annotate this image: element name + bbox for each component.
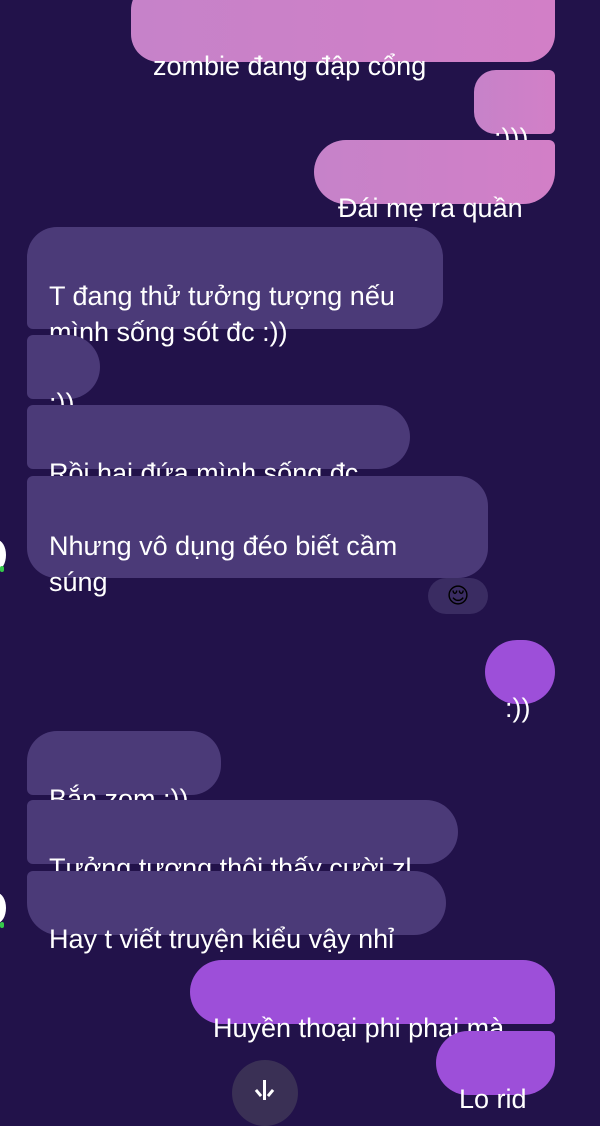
scroll-down-button[interactable] <box>232 1060 298 1126</box>
message-text: zombie đang đập cổng <box>153 51 427 81</box>
message-bubble-incoming[interactable]: :)) <box>27 335 100 418</box>
message-bubble-outgoing[interactable]: Lo rid <box>436 1031 555 1114</box>
avatar[interactable] <box>0 893 6 923</box>
message-text: Hay t viết truyện kiểu vậy nhỉ <box>49 924 395 954</box>
message-bubble-incoming[interactable]: Bắn zom :)) <box>27 731 221 814</box>
message-text: Đái mẹ ra quần <box>338 193 523 223</box>
message-text: :)) <box>505 693 531 723</box>
message-text: Nhưng vô dụng đéo biết cầm súng <box>49 531 398 597</box>
message-bubble-outgoing[interactable]: :))) <box>474 70 555 153</box>
message-bubble-outgoing[interactable]: zombie đang đập cổng <box>131 0 555 81</box>
message-bubble-incoming[interactable]: Hay t viết truyện kiểu vậy nhỉ <box>27 871 446 954</box>
message-text: Lo rid <box>459 1084 527 1114</box>
message-bubble-incoming[interactable]: Nhưng vô dụng đéo biết cầm súng <box>27 476 488 597</box>
message-bubble-incoming[interactable]: Tưởng tượng thôi thấy cười zl <box>27 800 458 883</box>
message-bubble-outgoing[interactable]: Đái mẹ ra quần <box>314 140 555 223</box>
message-reaction[interactable]: 😌 <box>428 578 488 614</box>
message-bubble-outgoing[interactable]: :)) <box>485 640 555 723</box>
message-bubble-incoming[interactable]: T đang thử tưởng tượng nếu mình sống sót… <box>27 227 443 347</box>
message-text: T đang thử tưởng tượng nếu mình sống sót… <box>49 281 395 347</box>
smiling-face-emoji-icon: 😌 <box>446 583 470 608</box>
message-bubble-outgoing[interactable]: Huyền thoại phi phai mà <box>190 960 555 1043</box>
message-bubble-incoming[interactable]: Rồi hai đứa mình sống đc <box>27 405 410 488</box>
online-status-dot <box>0 922 4 928</box>
online-status-dot <box>0 566 4 572</box>
